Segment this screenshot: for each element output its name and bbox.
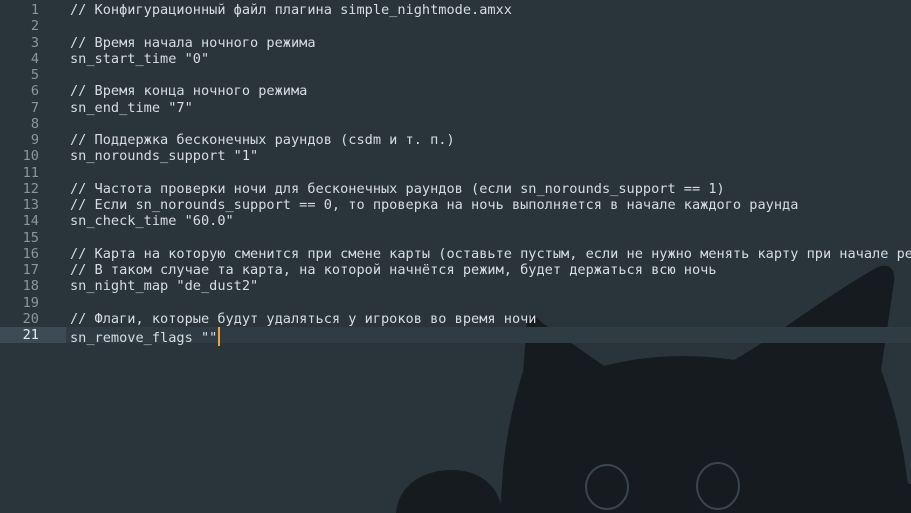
line-number: 3: [30, 34, 39, 51]
code-line[interactable]: 19: [0, 295, 911, 311]
code-line[interactable]: 8: [0, 116, 911, 132]
code-text[interactable]: // Если sn_norounds_support == 0, то про…: [70, 197, 798, 213]
text-caret: [218, 327, 221, 346]
code-text[interactable]: // Флаги, которые будут удаляться у игро…: [70, 311, 537, 327]
line-number: 13: [22, 197, 39, 213]
line-number: 18: [22, 278, 39, 295]
line-number: 14: [22, 213, 39, 230]
code-line[interactable]: 13 // Если sn_norounds_support == 0, то п…: [0, 197, 911, 213]
code-text[interactable]: // В таком случае та карта, на которой н…: [70, 262, 717, 278]
line-number: 5: [30, 67, 39, 83]
line-number: 10: [22, 148, 39, 165]
line-number: 21: [0, 327, 66, 344]
line-number: 7: [30, 99, 39, 116]
code-line[interactable]: 11: [0, 165, 911, 181]
line-number: 11: [22, 164, 39, 181]
code-line[interactable]: 10 sn_norounds_support "1": [0, 148, 911, 164]
code-line[interactable]: 7 sn_end_time "7": [0, 100, 911, 116]
code-text[interactable]: // Время конца ночного режима: [70, 83, 307, 99]
code-line[interactable]: 2: [0, 18, 911, 34]
editor-lines: 1 // Конфигурационный файл плагина simple…: [0, 2, 911, 346]
line-number: 17: [22, 262, 39, 278]
cat-left-paw: [396, 470, 502, 513]
code-text-content: sn_remove_flags "": [70, 330, 218, 346]
code-text[interactable]: // Время начала ночного режима: [70, 35, 316, 51]
code-line-current[interactable]: 21 sn_remove_flags "": [0, 327, 911, 346]
line-number: 6: [30, 83, 39, 100]
code-text[interactable]: // Конфигурационный файл плагина simple_…: [70, 2, 512, 18]
line-number: 8: [30, 115, 39, 132]
code-line[interactable]: 17 // В таком случае та карта, на которой…: [0, 262, 911, 278]
code-line[interactable]: 9 // Поддержка бесконечных раундов (csdm …: [0, 132, 911, 148]
line-number: 12: [22, 180, 39, 197]
line-number: 20: [22, 310, 39, 327]
code-text[interactable]: // Карта на которую сменится при смене к…: [70, 246, 911, 262]
code-editor[interactable]: 1 // Конфигурационный файл плагина simple…: [0, 0, 911, 513]
code-text[interactable]: sn_night_map "de_dust2": [70, 278, 258, 294]
code-line[interactable]: 5: [0, 67, 911, 83]
code-text[interactable]: // Частота проверки ночи для бесконечных…: [70, 181, 725, 197]
code-text[interactable]: sn_check_time "60.0": [70, 213, 234, 229]
line-number: 19: [22, 294, 39, 311]
code-line[interactable]: 18 sn_night_map "de_dust2": [0, 278, 911, 294]
cat-right-eye: [696, 462, 740, 510]
cat-right-paw: [846, 481, 911, 513]
code-line[interactable]: 20 // Флаги, которые будут удаляться у иг…: [0, 311, 911, 327]
line-number: 2: [30, 18, 39, 35]
line-number: 9: [30, 132, 39, 148]
code-line[interactable]: 1 // Конфигурационный файл плагина simple…: [0, 2, 911, 18]
code-text[interactable]: sn_start_time "0": [70, 51, 209, 67]
line-number: 16: [22, 245, 39, 262]
code-text[interactable]: sn_end_time "7": [70, 100, 193, 116]
code-line[interactable]: 3 // Время начала ночного режима: [0, 35, 911, 51]
cat-left-eye: [585, 464, 629, 510]
code-text[interactable]: sn_norounds_support "1": [70, 148, 258, 164]
code-line[interactable]: 14 sn_check_time "60.0": [0, 213, 911, 229]
code-line[interactable]: 4 sn_start_time "0": [0, 51, 911, 67]
code-line[interactable]: 15: [0, 230, 911, 246]
line-number: 4: [30, 50, 39, 67]
code-line[interactable]: 12 // Частота проверки ночи для бесконечн…: [0, 181, 911, 197]
code-text[interactable]: sn_remove_flags "": [70, 327, 221, 346]
code-line[interactable]: 16 // Карта на которую сменится при смене…: [0, 246, 911, 262]
line-number: 1: [30, 2, 39, 18]
line-number: 15: [22, 229, 39, 246]
code-text[interactable]: // Поддержка бесконечных раундов (csdm и…: [70, 132, 455, 148]
code-line[interactable]: 6 // Время конца ночного режима: [0, 83, 911, 99]
